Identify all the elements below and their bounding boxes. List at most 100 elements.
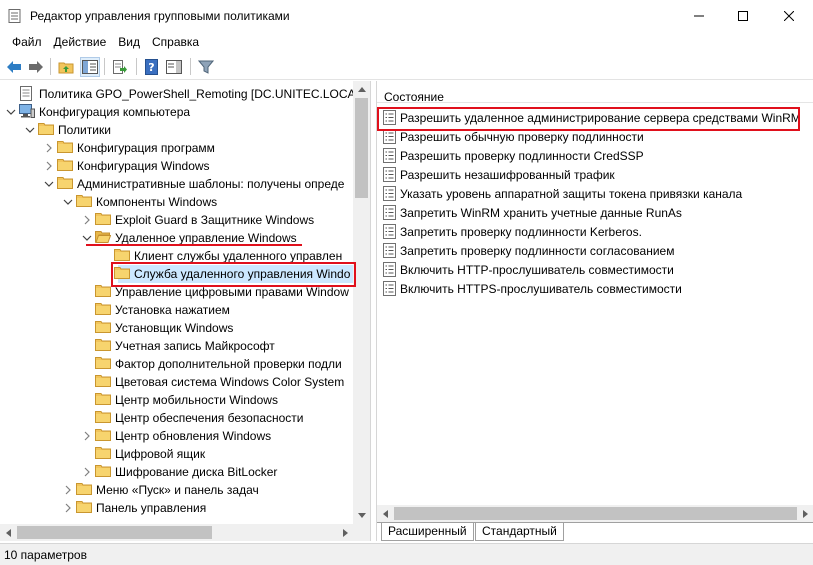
scroll-up-button[interactable] xyxy=(353,81,370,98)
scroll-left-button[interactable] xyxy=(377,505,394,522)
folder-icon xyxy=(95,338,111,352)
setting-name: Разрешить проверку подлинности CredSSP xyxy=(400,149,644,163)
menu-action[interactable]: Действие xyxy=(48,32,113,52)
scroll-right-button[interactable] xyxy=(797,505,813,522)
policy-setting-icon xyxy=(383,205,396,220)
chevron-right-icon[interactable] xyxy=(63,485,73,495)
chevron-right-icon[interactable] xyxy=(82,215,92,225)
setting-row[interactable]: Запретить проверку подлинности Kerberos. xyxy=(377,222,807,241)
policy-setting-icon xyxy=(383,224,396,239)
setting-row[interactable]: Разрешить проверку подлинности CredSSP xyxy=(377,146,807,165)
tree-item-label: Установка нажатием xyxy=(115,303,230,317)
highlight-box-allow-remote-admin xyxy=(377,107,800,131)
toolbar-separator xyxy=(104,58,105,75)
tree-item-label: Политика GPO_PowerShell_Remoting [DC.UNI… xyxy=(39,87,366,101)
tree-horizontal-scrollbar[interactable] xyxy=(0,524,354,541)
tree-item[interactable]: Шифрование диска BitLocker xyxy=(0,463,356,481)
tree-item[interactable]: Установка нажатием xyxy=(0,301,356,319)
tree-item-label: Учетная запись Майкрософт xyxy=(115,339,275,353)
setting-name: Запретить проверку подлинности согласова… xyxy=(400,244,675,258)
folder-icon xyxy=(95,464,111,478)
chevron-right-icon[interactable] xyxy=(82,431,92,441)
tree-item[interactable]: Административные шаблоны: получены опред… xyxy=(0,175,356,193)
chevron-right-icon[interactable] xyxy=(44,161,54,171)
tree-item[interactable]: Учетная запись Майкрософт xyxy=(0,337,356,355)
tree-item[interactable]: Exploit Guard в Защитнике Windows xyxy=(0,211,356,229)
maximize-button[interactable] xyxy=(720,0,766,31)
chevron-right-icon[interactable] xyxy=(44,143,54,153)
help-button[interactable]: ? xyxy=(142,57,162,77)
scroll-left-button[interactable] xyxy=(0,524,17,541)
toolbar-separator xyxy=(136,58,137,75)
setting-name: Включить HTTP-прослушиватель совместимос… xyxy=(400,263,674,277)
chevron-right-icon[interactable] xyxy=(82,467,92,477)
settings-horizontal-scrollbar[interactable] xyxy=(377,505,813,522)
folder-icon xyxy=(95,284,111,298)
up-level-button[interactable] xyxy=(56,57,76,77)
setting-row[interactable]: Включить HTTPS-прослушиватель совместимо… xyxy=(377,279,807,298)
back-button[interactable] xyxy=(4,57,24,77)
menu-bar: Файл Действие Вид Справка xyxy=(0,31,813,53)
tree-item[interactable]: Меню «Пуск» и панель задач xyxy=(0,481,356,499)
tree-item[interactable]: Политика GPO_PowerShell_Remoting [DC.UNI… xyxy=(0,85,366,103)
chevron-down-icon[interactable] xyxy=(82,233,92,243)
menu-view[interactable]: Вид xyxy=(112,32,146,52)
menu-help[interactable]: Справка xyxy=(146,32,205,52)
setting-row[interactable]: Запретить проверку подлинности согласова… xyxy=(377,241,807,260)
tree-item-label: Установщик Windows xyxy=(115,321,234,335)
setting-row[interactable]: Включить HTTP-прослушиватель совместимос… xyxy=(377,260,807,279)
scroll-down-button[interactable] xyxy=(353,507,370,524)
chevron-up-icon xyxy=(357,87,366,92)
tree-item[interactable]: Конфигурация программ xyxy=(0,139,356,157)
setting-row[interactable]: Разрешить незашифрованный трафик xyxy=(377,165,807,184)
tree-item[interactable]: Конфигурация компьютера xyxy=(0,103,356,121)
minimize-icon xyxy=(694,15,704,16)
tree-pane[interactable]: Политика GPO_PowerShell_Remoting [DC.UNI… xyxy=(0,81,371,541)
close-button[interactable] xyxy=(766,0,812,31)
filter-icon xyxy=(198,60,214,74)
setting-row[interactable]: Запретить WinRM хранить учетные данные R… xyxy=(377,203,807,222)
tree-vertical-scroll-thumb[interactable] xyxy=(355,98,368,198)
tab-extended[interactable]: Расширенный xyxy=(381,523,474,541)
tree-item[interactable]: Цветовая система Windows Color System xyxy=(0,373,356,391)
tree-item-label: Exploit Guard в Защитнике Windows xyxy=(115,213,315,227)
toolbar-separator xyxy=(190,58,191,75)
column-header-label: Состояние xyxy=(384,90,444,104)
tree-item[interactable]: Компоненты Windows xyxy=(0,193,356,211)
tree-item[interactable]: Цифровой ящик xyxy=(0,445,356,463)
forward-arrow-icon xyxy=(29,61,43,73)
settings-horizontal-scroll-thumb[interactable] xyxy=(394,507,797,520)
chevron-down-icon[interactable] xyxy=(44,179,54,189)
scroll-right-button[interactable] xyxy=(337,524,354,541)
chevron-right-icon[interactable] xyxy=(63,503,73,513)
filter-button[interactable] xyxy=(196,57,216,77)
forward-button[interactable] xyxy=(26,57,46,77)
tree-item[interactable]: Фактор дополнительной проверки подли xyxy=(0,355,356,373)
chevron-down-icon[interactable] xyxy=(25,125,35,135)
policy-setting-icon xyxy=(383,243,396,258)
column-header-state[interactable]: Состояние xyxy=(377,81,813,104)
tree-item-label: Цветовая система Windows Color System xyxy=(115,375,345,389)
tree-item[interactable]: Центр обновления Windows xyxy=(0,427,356,445)
tab-standard[interactable]: Стандартный xyxy=(475,523,564,541)
tree-item-label: Клиент службы удаленного управлен xyxy=(134,249,343,263)
properties-pane-button[interactable] xyxy=(164,57,184,77)
setting-row[interactable]: Указать уровень аппаратной защиты токена… xyxy=(377,184,807,203)
tree-vertical-scrollbar[interactable] xyxy=(353,81,370,524)
menu-file[interactable]: Файл xyxy=(6,32,48,52)
tree-item[interactable]: Панель управления xyxy=(0,499,356,517)
tree-item-label: Центр обновления Windows xyxy=(115,429,272,443)
tree-item[interactable]: Установщик Windows xyxy=(0,319,356,337)
tree-item[interactable]: Политики xyxy=(0,121,356,139)
chevron-left-icon xyxy=(6,528,11,537)
tree-item[interactable]: Центр мобильности Windows xyxy=(0,391,356,409)
minimize-button[interactable] xyxy=(676,0,722,31)
show-hide-tree-button[interactable] xyxy=(80,57,100,77)
tree-horizontal-scroll-thumb[interactable] xyxy=(17,526,212,539)
export-list-button[interactable] xyxy=(110,57,130,77)
tree-item[interactable]: Центр обеспечения безопасности xyxy=(0,409,356,427)
tree-item[interactable]: Конфигурация Windows xyxy=(0,157,356,175)
highlight-underline-remote-management xyxy=(86,244,302,246)
chevron-down-icon[interactable] xyxy=(6,107,16,117)
chevron-down-icon[interactable] xyxy=(63,197,73,207)
